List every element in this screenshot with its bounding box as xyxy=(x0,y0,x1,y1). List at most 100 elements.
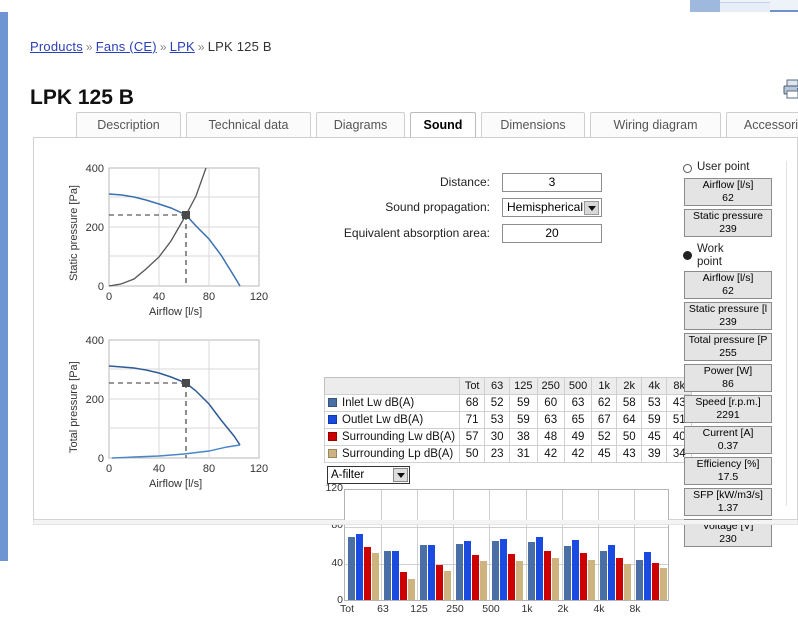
bar-125-series-2 xyxy=(435,564,443,600)
col-tot: Tot xyxy=(459,377,486,395)
work-speed-box: Speed [r.p.m.] 2291 xyxy=(684,395,772,423)
svg-text:0: 0 xyxy=(98,281,104,293)
browser-tab-active[interactable] xyxy=(690,0,720,12)
cell: 71 xyxy=(459,411,486,429)
tab-sound[interactable]: Sound xyxy=(410,112,476,137)
work-speed-label: Speed [r.p.m.] xyxy=(695,396,761,408)
work-sfp-box: SFP [kW/m3/s] 1.37 xyxy=(684,488,772,516)
tab-diagrams[interactable]: Diagrams xyxy=(316,112,405,137)
svg-text:400: 400 xyxy=(86,335,104,347)
work-power-value: 86 xyxy=(722,378,734,390)
tab-technical-data[interactable]: Technical data xyxy=(186,112,311,137)
breadcrumb: Products» Fans (CE)» LPK» LPK 125 B xyxy=(30,39,272,54)
bar-1k-series-0 xyxy=(528,542,536,600)
cell: 62 xyxy=(591,394,618,412)
col-4k: 4k xyxy=(641,377,668,395)
user-airflow-box: Airflow [l/s] 62 xyxy=(684,178,772,206)
gridline xyxy=(345,527,668,528)
absorption-area-row: Equivalent absorption area: 20 xyxy=(344,224,634,243)
work-total-pressure-value: 255 xyxy=(719,347,737,359)
radio-icon-work-point[interactable] xyxy=(683,251,692,260)
breadcrumb-item-products[interactable]: Products xyxy=(30,39,83,54)
cell: 53 xyxy=(484,411,511,429)
page-title: LPK 125 B xyxy=(30,86,134,110)
tab-dimensions[interactable]: Dimensions xyxy=(481,112,585,137)
bar-500-series-2 xyxy=(508,554,515,600)
cell: 49 xyxy=(563,428,593,446)
gridline xyxy=(453,490,455,600)
bar-plot-area xyxy=(344,489,669,601)
legend-swatch-surrounding-lp xyxy=(328,449,337,458)
work-sfp-value: 1.37 xyxy=(717,502,739,514)
radio-icon-user-point[interactable] xyxy=(683,164,692,173)
work-sfp-label: SFP [kW/m3/s] xyxy=(693,489,763,501)
bar-125-series-0 xyxy=(419,544,427,600)
table-row: Inlet Lw dB(A) 68 52 59 60 63 62 58 53 4… xyxy=(323,394,693,412)
work-static-pressure-box: Static pressure [l 239 xyxy=(684,302,772,330)
bar-xtick-2k: 2k xyxy=(557,603,569,615)
absorption-area-input[interactable]: 20 xyxy=(502,224,602,243)
sound-tab-panel: 400 200 0 0 40 80 120 Airflow [l/s] Stat… xyxy=(33,137,798,615)
total-pressure-chart: 400 200 0 0 40 80 120 Airflow [l/s] Tota… xyxy=(54,328,279,498)
work-power-box: Power [W] 86 xyxy=(684,364,772,392)
work-total-pressure-box: Total pressure [P 255 xyxy=(684,333,772,361)
cell: 23 xyxy=(484,445,511,463)
cell: 59 xyxy=(641,411,668,429)
svg-text:200: 200 xyxy=(86,394,104,406)
bar-4k-series-3 xyxy=(624,563,632,600)
col-63: 63 xyxy=(484,377,511,395)
bar-Tot-series-2 xyxy=(363,546,371,600)
cell: 63 xyxy=(536,411,565,429)
work-current-box: Current [A] 0.37 xyxy=(684,426,772,454)
bar-xtick-4k: 4k xyxy=(593,603,605,615)
cell: 67 xyxy=(591,411,618,429)
total-chart-ylabel: Total pressure [Pa] xyxy=(68,361,80,453)
svg-text:80: 80 xyxy=(203,291,215,303)
bar-ytick-120: 120 xyxy=(325,482,343,494)
chevron-down-icon[interactable] xyxy=(584,201,599,215)
bar-xtick-8k: 8k xyxy=(629,603,641,615)
legend-swatch-inlet xyxy=(328,398,337,407)
gridline xyxy=(597,490,599,600)
cell: 39 xyxy=(641,445,668,463)
printer-icon[interactable] xyxy=(782,78,798,100)
col-2k: 2k xyxy=(616,377,643,395)
work-efficiency-value: 17.5 xyxy=(717,471,739,483)
cell: 53 xyxy=(641,394,668,412)
breadcrumb-item-current: LPK 125 B xyxy=(207,39,272,54)
cell: 31 xyxy=(509,445,538,463)
cell: 45 xyxy=(591,445,618,463)
work-efficiency-label: Efficiency [%] xyxy=(696,458,760,470)
browser-tab-strip[interactable] xyxy=(690,0,798,12)
distance-input[interactable]: 3 xyxy=(502,173,602,192)
cell: 65 xyxy=(563,411,593,429)
bar-125-series-3 xyxy=(443,571,451,600)
cell: 50 xyxy=(616,428,643,446)
work-efficiency-box: Efficiency [%] 17.5 xyxy=(684,457,772,485)
tab-accessories[interactable]: Accessori xyxy=(726,112,798,137)
gridline xyxy=(381,490,383,600)
breadcrumb-item-fans[interactable]: Fans (CE) xyxy=(96,39,157,54)
chevron-down-icon[interactable] xyxy=(393,468,408,482)
radio-work-point[interactable]: Work point xyxy=(679,243,774,269)
sound-propagation-select[interactable]: Hemispherical xyxy=(502,198,602,217)
sound-propagation-label: Sound propagation: xyxy=(385,200,490,214)
distance-row: Distance: 3 xyxy=(440,173,634,192)
browser-tab-inactive[interactable] xyxy=(720,2,770,12)
col-500: 500 xyxy=(563,377,593,395)
svg-text:120: 120 xyxy=(250,291,268,303)
breadcrumb-item-lpk[interactable]: LPK xyxy=(170,39,195,54)
radio-user-point[interactable]: User point xyxy=(679,161,774,177)
work-static-pressure-value: 239 xyxy=(719,316,737,328)
svg-text:40: 40 xyxy=(153,291,165,303)
work-airflow-value: 62 xyxy=(722,285,734,297)
user-static-pressure-label: Static pressure xyxy=(692,210,764,222)
user-airflow-value: 62 xyxy=(722,192,734,204)
table-row: Surrounding Lp dB(A) 50 23 31 42 42 45 4… xyxy=(323,445,693,463)
bar-500-series-0 xyxy=(492,541,499,600)
work-current-value: 0.37 xyxy=(717,440,739,452)
cell: 43 xyxy=(616,445,643,463)
tab-wiring-diagram[interactable]: Wiring diagram xyxy=(590,112,721,137)
tab-description[interactable]: Description xyxy=(76,112,181,137)
radio-label-user-point: User point xyxy=(697,161,750,173)
